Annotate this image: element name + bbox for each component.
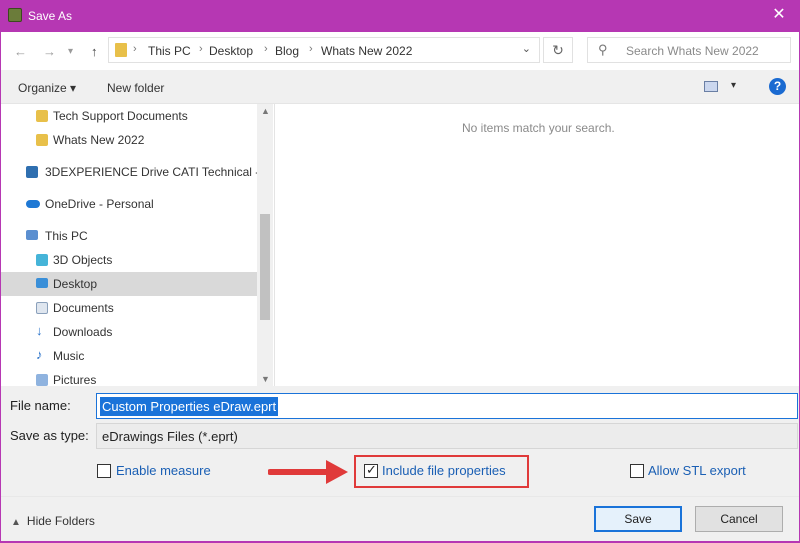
callout-arrow-icon [268,460,348,484]
nav-item-tech-support-documents[interactable]: Tech Support Documents [1,104,258,128]
nav-item-music[interactable]: ♪ Music [1,344,258,368]
view-dropdown-chevron-icon[interactable]: ▾ [731,80,736,91]
nav-item-pictures[interactable]: Pictures [1,368,258,386]
save-as-type-select[interactable]: eDrawings Files (*.eprt) [96,423,798,449]
address-dropdown-chevron-icon[interactable]: ⌄ [522,42,531,55]
app-icon [8,8,22,22]
forward-arrow-icon[interactable]: → [43,44,56,59]
search-input[interactable]: Search Whats New 2022 [626,44,759,58]
recent-locations-chevron-icon[interactable]: ▾ [68,46,73,57]
new-folder-button[interactable]: New folder [107,81,164,95]
scroll-up-arrow-icon[interactable]: ▲ [261,106,270,116]
help-icon[interactable]: ? [769,78,786,95]
empty-search-message: No items match your search. [462,121,615,135]
nav-item-label: 3DEXPERIENCE Drive CATI Technical - R [45,165,257,179]
nav-item-3dexperience-drive[interactable]: 3DEXPERIENCE Drive CATI Technical - R [1,160,258,184]
onedrive-cloud-icon [26,200,40,208]
include-file-properties-checkbox[interactable]: ✓ [364,462,378,478]
chevron-right-icon: › [309,43,313,55]
save-as-type-value: eDrawings Files (*.eprt) [102,429,238,444]
document-icon [36,302,48,314]
nav-item-label: Tech Support Documents [53,109,188,123]
view-options-icon[interactable] [704,81,718,92]
nav-item-downloads[interactable]: ↓ Downloads [1,320,258,344]
title-bar: Save As ✕ [0,0,800,32]
nav-item-onedrive-personal[interactable]: OneDrive - Personal [1,192,258,216]
include-file-properties-label[interactable]: Include file properties [382,463,506,478]
chevron-right-icon: › [133,43,137,55]
nav-item-label: OneDrive - Personal [45,197,154,211]
nav-scrollbar[interactable]: ▲ ▼ [257,104,273,386]
nav-item-label: Desktop [53,277,98,291]
breadcrumb-whats-new-2022[interactable]: Whats New 2022 [321,44,412,58]
3dexperience-drive-icon [26,166,38,178]
file-list-pane[interactable]: No items match your search. [275,104,799,386]
up-arrow-icon[interactable]: ↑ [91,44,98,59]
chevron-up-icon: ▲ [11,517,21,528]
scrollbar-thumb[interactable] [260,214,270,320]
chevron-right-icon: › [264,43,268,55]
save-button[interactable]: Save [594,506,682,532]
chevron-right-icon: › [199,43,203,55]
enable-measure-checkbox[interactable] [97,464,111,478]
nav-item-this-pc[interactable]: This PC [1,224,258,248]
breadcrumb-blog[interactable]: Blog [275,44,299,58]
navigation-pane: Tech Support Documents Whats New 2022 3D… [1,104,274,386]
folder-icon [36,134,48,146]
cube-icon [36,254,48,266]
nav-item-desktop[interactable]: Desktop [1,272,258,296]
desktop-icon [36,278,48,288]
search-icon: ⚲ [598,42,608,57]
window-title: Save As [28,9,73,23]
organize-button[interactable]: Organize ▾ [18,81,76,95]
nav-item-documents[interactable]: Documents [1,296,258,320]
nav-item-3d-objects[interactable]: 3D Objects [1,248,258,272]
breadcrumb-this-pc[interactable]: This PC [148,44,191,58]
music-note-icon: ♪ [36,347,43,362]
refresh-icon[interactable]: ↻ [543,37,573,63]
folder-icon [36,110,48,122]
scroll-down-arrow-icon[interactable]: ▼ [261,374,270,384]
save-as-type-label: Save as type: [10,428,89,443]
file-name-value[interactable]: Custom Properties eDraw.eprt [100,397,279,416]
computer-icon [26,230,38,240]
cancel-button[interactable]: Cancel [695,506,783,532]
picture-icon [36,374,48,386]
nav-item-label: Music [53,349,85,363]
allow-stl-export-checkbox[interactable] [630,464,644,478]
file-name-input[interactable]: Custom Properties eDraw.eprt [96,393,798,419]
command-toolbar: Organize ▾ New folder ▾ ? [1,70,799,104]
nav-item-label: Whats New 2022 [53,133,145,147]
address-bar[interactable]: › This PC › Desktop › Blog › Whats New 2… [108,37,540,63]
nav-item-label: 3D Objects [53,253,113,267]
enable-measure-label[interactable]: Enable measure [116,463,211,478]
nav-item-label: Documents [53,301,114,315]
search-box[interactable]: ⚲ Search Whats New 2022 [587,37,791,63]
hide-folders-label: Hide Folders [26,514,95,528]
download-arrow-icon: ↓ [36,323,43,338]
nav-item-label: Downloads [53,325,113,339]
hide-folders-button[interactable]: ▲ Hide Folders [11,514,95,528]
checkmark-icon: ✓ [366,462,377,477]
breadcrumb-desktop[interactable]: Desktop [209,44,253,58]
nav-item-whats-new-2022[interactable]: Whats New 2022 [1,128,258,152]
allow-stl-export-label[interactable]: Allow STL export [648,463,746,478]
nav-item-label: This PC [45,229,88,243]
nav-item-label: Pictures [53,373,97,386]
file-name-label: File name: [10,398,71,413]
dialog-footer: ▲ Hide Folders Save Cancel [1,496,799,541]
back-arrow-icon[interactable]: ← [14,44,27,59]
folder-icon [115,43,127,57]
close-icon[interactable]: ✕ [770,6,788,24]
